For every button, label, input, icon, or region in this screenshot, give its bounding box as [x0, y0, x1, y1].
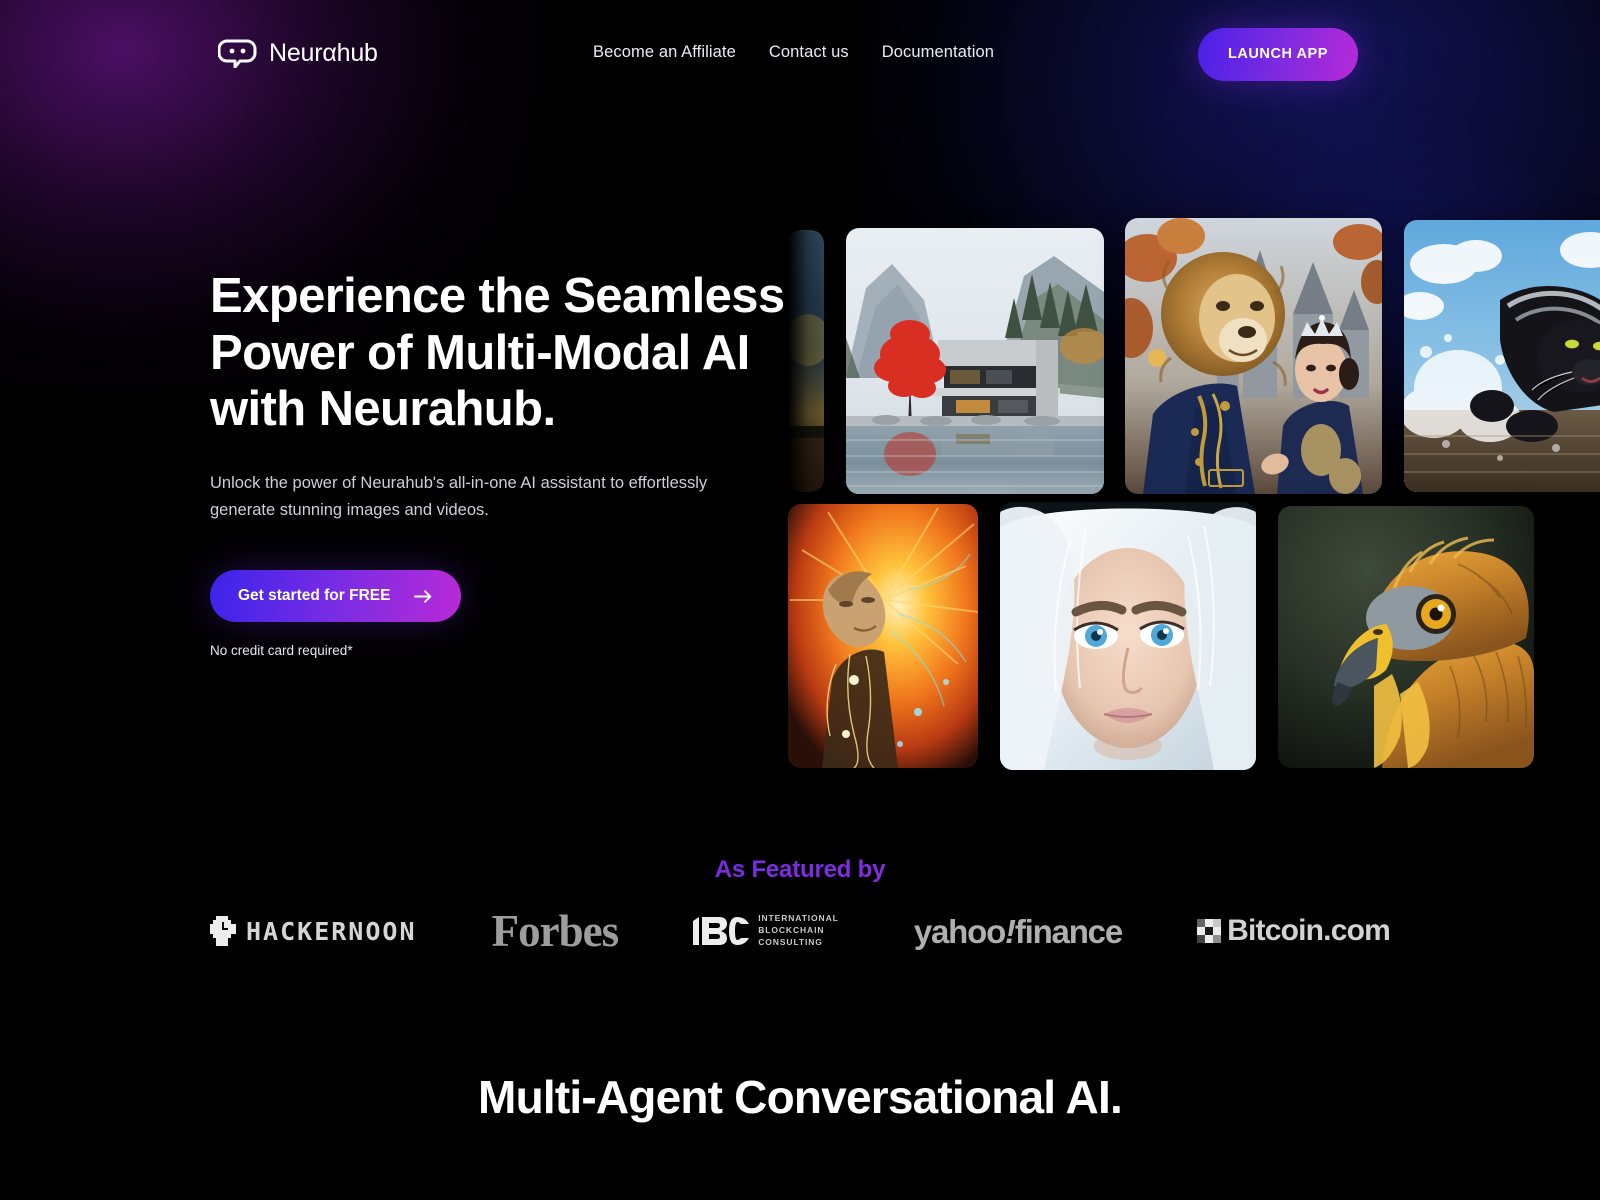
brand-logo[interactable]: Neurαhub [218, 38, 378, 68]
pixel-checker-icon [1197, 919, 1222, 943]
ibc-monogram-icon [693, 917, 750, 945]
get-started-button[interactable]: Get started for FREE [210, 570, 462, 623]
white-haired-woman-art [1000, 502, 1256, 770]
hackernoon-wordmark: HACKERNOON [246, 916, 417, 946]
site-header: Neurαhub Become an Affiliate Contact us … [0, 0, 1600, 108]
chat-bubble-face-icon [218, 39, 257, 68]
logo-yahoo-finance[interactable]: yahoo!finance [913, 912, 1123, 950]
pixel-watch-icon [210, 916, 236, 946]
gallery-tile-white-haired-woman[interactable] [1000, 502, 1256, 770]
launch-app-button[interactable]: LAUNCH APP [1197, 28, 1358, 81]
gallery-tile-black-panther-water[interactable] [1404, 220, 1600, 492]
hero-title-line-3: with Neurahub. [210, 382, 556, 437]
logo-ibc[interactable]: INTERNATIONAL BLOCKCHAIN CONSULTING [693, 913, 838, 948]
nav-item-documentation[interactable]: Documentation [882, 43, 994, 62]
ibc-tagline: INTERNATIONAL BLOCKCHAIN CONSULTING [758, 913, 838, 948]
hero-title-line-2: Power of Multi-Modal AI [210, 325, 750, 380]
gallery-tile-partial-left-lake[interactable] [788, 230, 824, 492]
logo-hackernoon[interactable]: HACKERNOON [210, 916, 417, 946]
ibc-tagline-line-2: BLOCKCHAIN [758, 925, 825, 936]
main-nav: Become an Affiliate Contact us Documenta… [593, 43, 994, 62]
gallery-tile-energy-figure[interactable] [788, 504, 978, 768]
nav-item-contact-us[interactable]: Contact us [769, 43, 849, 62]
forbes-wordmark: Forbes [491, 905, 619, 956]
featured-by-label: As Featured by [0, 856, 1600, 884]
section-title-multi-agent: Multi-Agent Conversational AI. [478, 1071, 1123, 1123]
arrow-right-icon [414, 590, 432, 603]
hero-subtitle: Unlock the power of Neurahub's all-in-on… [210, 473, 708, 519]
landing-page: Neurαhub Become an Affiliate Contact us … [0, 0, 1600, 1200]
yahoo-bang: ! [1005, 912, 1016, 950]
gallery-tile-modern-house-red-tree[interactable] [846, 228, 1104, 494]
ibc-tagline-line-1: INTERNATIONAL [758, 913, 839, 924]
black-panther-water-art [1404, 220, 1600, 492]
lion-king-and-queen-art [1125, 218, 1382, 494]
yahoo-text: yahoo [913, 912, 1006, 950]
hero-content: Experience the Seamless Power of Multi-M… [210, 268, 790, 658]
nav-item-become-an-affiliate[interactable]: Become an Affiliate [593, 43, 736, 62]
finance-text: finance [1014, 912, 1123, 950]
energy-figure-art [788, 504, 978, 768]
ibc-tagline-line-3: CONSULTING [758, 936, 823, 947]
gallery-tile-golden-eagle[interactable] [1278, 506, 1534, 768]
hero-title-line-1: Experience the Seamless [210, 269, 785, 323]
no-credit-card-note: No credit card required* [210, 643, 353, 659]
featured-logos-row: HACKERNOON Forbes INTERNATIONAL BLOCKCHA… [210, 900, 1391, 962]
logo-bitcoin-com[interactable]: Bitcoin.com [1197, 914, 1391, 947]
hero-image-gallery [788, 214, 1600, 774]
modern-house-red-tree-art [846, 228, 1104, 494]
page-title: Experience the Seamless Power of Multi-M… [210, 268, 790, 438]
get-started-label: Get started for FREE [238, 587, 391, 605]
brand-name: Neurαhub [269, 38, 378, 67]
logo-forbes[interactable]: Forbes [491, 905, 619, 956]
bitcoin-com-wordmark: Bitcoin.com [1227, 914, 1391, 947]
partial-left-lake-art [788, 230, 824, 492]
gallery-tile-lion-king-and-queen[interactable] [1125, 218, 1382, 494]
golden-eagle-art [1278, 506, 1534, 768]
yahoo-finance-wordmark: yahoo!finance [913, 912, 1123, 950]
